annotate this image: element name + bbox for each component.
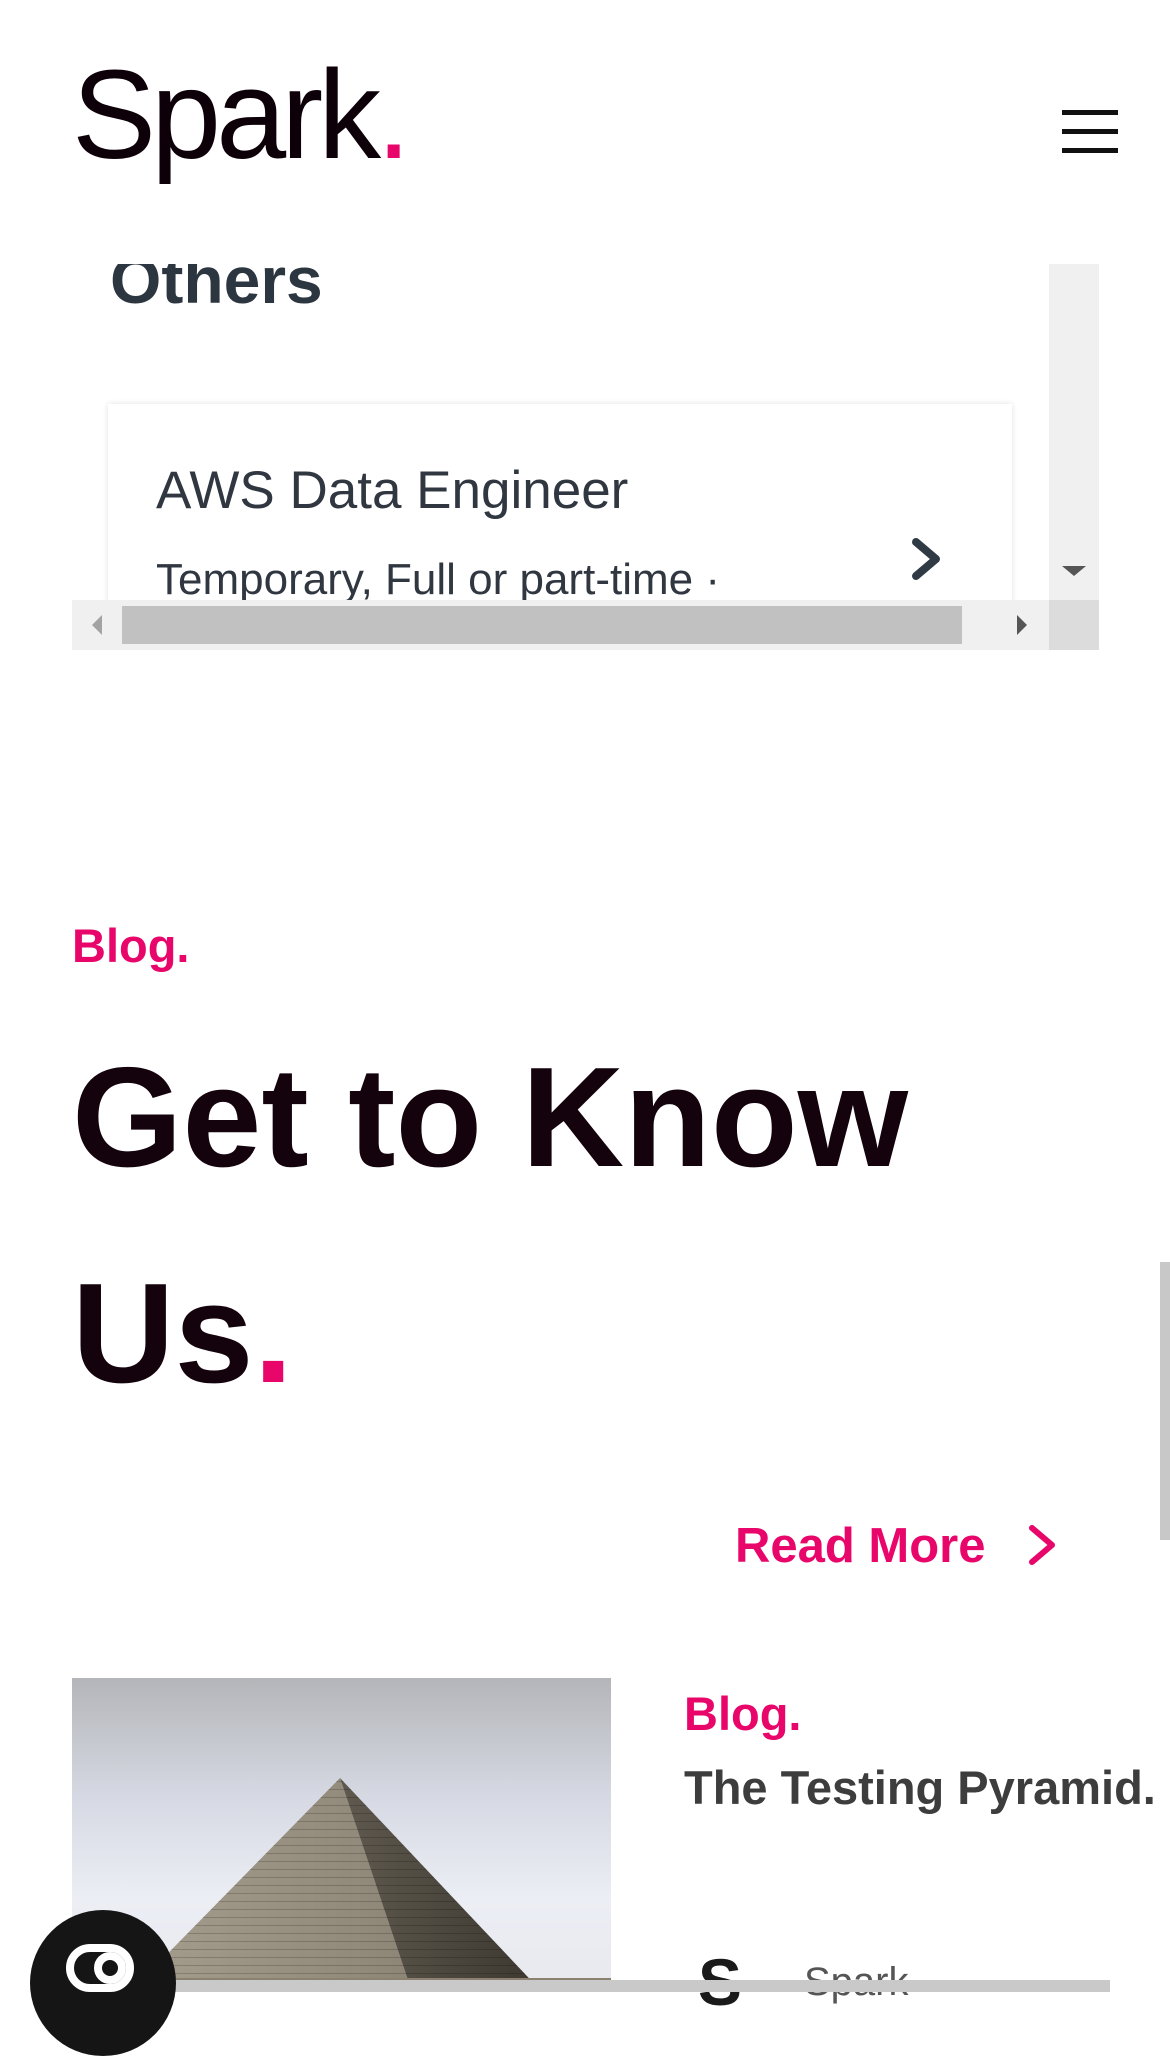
spark-logo[interactable]: Spark. <box>72 52 411 178</box>
job-meta: Temporary, Full or part-time · <box>156 555 720 604</box>
card-eyebrow: Blog. <box>684 1687 802 1740</box>
chevron-right-icon[interactable] <box>906 536 946 582</box>
scrollbar-corner <box>1049 600 1099 650</box>
horizontal-scroll-thumb[interactable] <box>122 606 962 644</box>
jobs-widget-frame: Others AWS Data Engineer Temporary, Full… <box>72 264 1099 650</box>
headline-line-2: Us. <box>72 1254 293 1413</box>
job-title[interactable]: AWS Data Engineer <box>156 460 628 521</box>
headline-dot: . <box>253 1254 293 1413</box>
blog-headline: Get to Know Us. <box>72 1010 1072 1442</box>
logo-text: Spark <box>72 44 381 185</box>
bottom-scrollbar[interactable] <box>140 1980 1110 1992</box>
blog-eyebrow: Blog. <box>72 919 190 972</box>
scroll-right-arrow-icon[interactable] <box>1017 615 1027 635</box>
scroll-left-arrow-icon[interactable] <box>92 615 102 635</box>
vertical-scrollbar[interactable] <box>1049 264 1099 650</box>
read-more-link[interactable]: Read More <box>735 1518 986 1574</box>
scroll-down-arrow-icon[interactable] <box>1062 566 1086 576</box>
chat-button[interactable] <box>30 1910 176 2056</box>
chevron-right-icon[interactable] <box>1024 1522 1060 1568</box>
card-title[interactable]: The Testing Pyramid. <box>684 1760 1156 1815</box>
jobs-section-title: Others <box>110 264 323 317</box>
hamburger-icon <box>1062 110 1118 115</box>
chat-icon <box>66 1944 134 1992</box>
page-scroll-indicator <box>1160 1262 1170 1540</box>
headline-line-1: Get to Know <box>72 1038 909 1197</box>
logo-dot: . <box>376 44 411 185</box>
hamburger-menu-button[interactable] <box>1062 110 1118 154</box>
